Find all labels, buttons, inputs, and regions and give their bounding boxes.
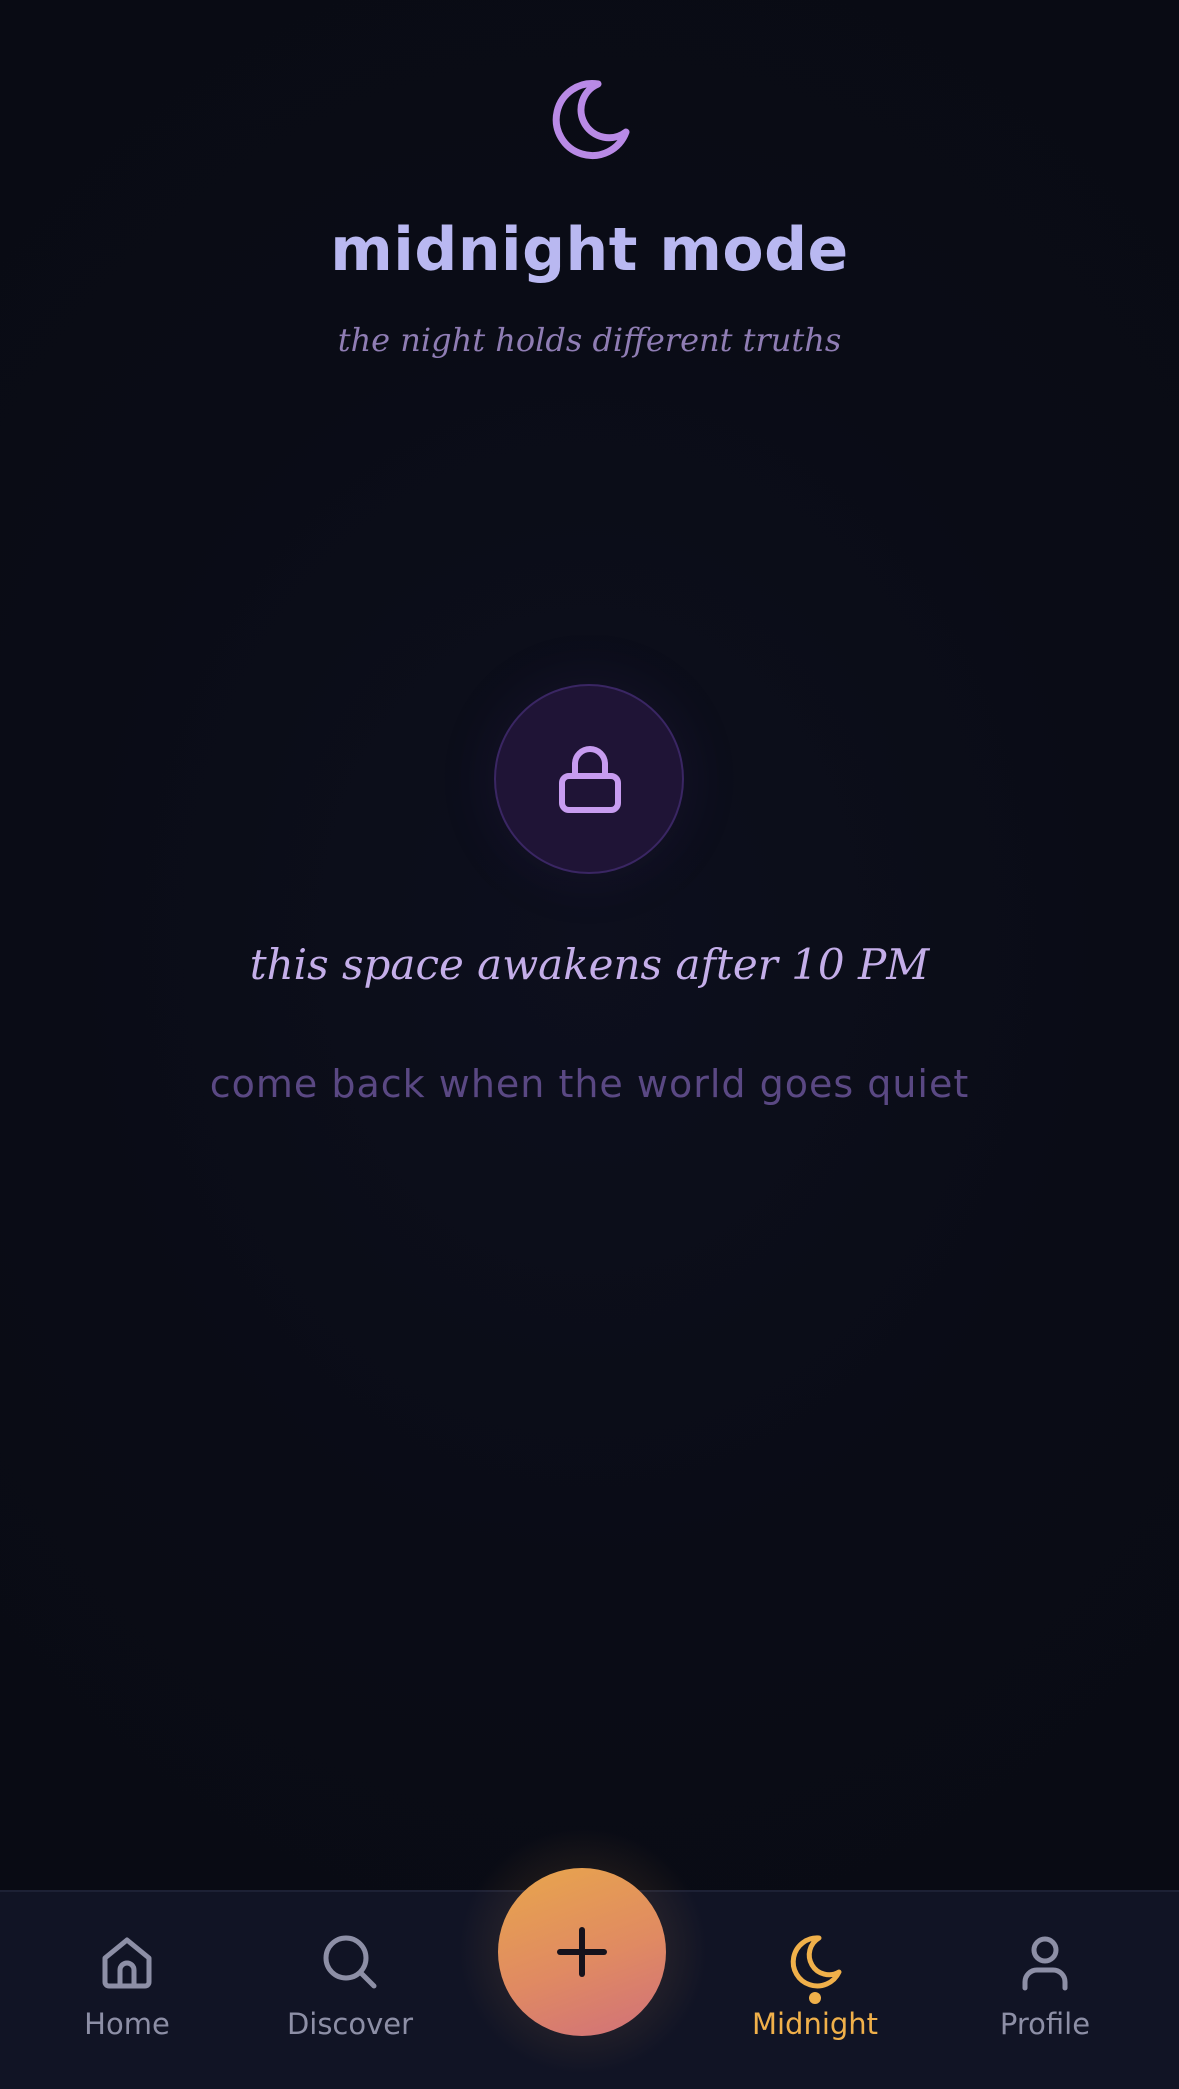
tab-profile[interactable]: Profile (945, 1892, 1145, 2089)
tab-midnight[interactable]: Midnight (715, 1892, 915, 2089)
tab-home-label: Home (84, 2007, 170, 2041)
plus-icon (557, 1927, 607, 1977)
home-icon (102, 1937, 152, 1989)
midnight-mode-screen: midnight mode the night holds different … (0, 0, 1179, 2089)
tab-profile-label: Profile (999, 2007, 1091, 2041)
search-icon (323, 1935, 377, 1989)
tab-discover-label: Discover (286, 2007, 414, 2041)
moon-icon (552, 80, 630, 160)
tab-home[interactable]: Home (27, 1892, 227, 2089)
active-indicator-dot (809, 1992, 821, 2004)
locked-title: this space awakens after 10 PM (249, 940, 930, 989)
page-title: midnight mode (330, 215, 849, 285)
user-icon (1022, 1936, 1068, 1991)
create-post-button[interactable] (498, 1868, 666, 2036)
tab-midnight-label: Midnight (751, 2007, 879, 2041)
tab-discover[interactable]: Discover (250, 1892, 450, 2089)
moon-icon (790, 1935, 842, 1989)
locked-message: come back when the world goes quiet (209, 1062, 970, 1106)
lock-icon (559, 746, 621, 813)
page-subtitle: the night holds different truths (337, 321, 842, 359)
